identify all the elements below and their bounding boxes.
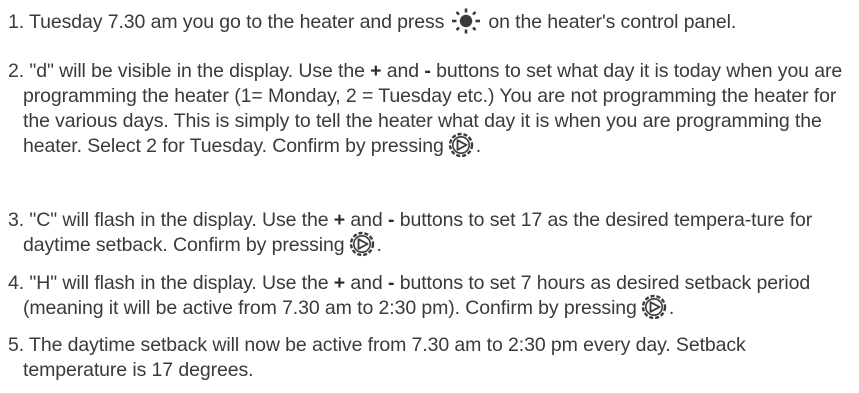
- sun-icon: [450, 8, 482, 34]
- step-text: .: [376, 234, 382, 256]
- step-text: on the heater's control panel.: [488, 11, 737, 33]
- step-2-text: 2. "d" will be visible in the display. U…: [8, 59, 853, 159]
- step-number: 4.: [8, 272, 25, 294]
- plus-label: +: [333, 272, 346, 294]
- step-text: and: [350, 272, 383, 294]
- step-2: 2. "d" will be visible in the display. U…: [8, 59, 853, 159]
- step-text: "C" will flash in the display. Use the: [29, 209, 329, 231]
- step-1-text: 1. Tuesday 7.30 am you go to the heater …: [8, 10, 853, 35]
- step-text: and: [386, 60, 420, 82]
- step-text: The daytime setback will now be active f…: [23, 334, 746, 381]
- step-5: 5. The daytime setback will now be activ…: [8, 333, 853, 383]
- step-number: 2.: [8, 60, 25, 82]
- step-5-text: 5. The daytime setback will now be activ…: [8, 333, 853, 383]
- step-text: "d" will be visible in the display. Use …: [29, 60, 365, 82]
- step-text: .: [475, 135, 482, 157]
- step-4-text: 4. "H" will flash in the display. Use th…: [8, 271, 853, 321]
- step-3: 3. "C" will flash in the display. Use th…: [8, 208, 853, 258]
- step-number: 3.: [8, 209, 25, 231]
- minus-label: -: [424, 60, 431, 82]
- plus-label: +: [333, 209, 346, 231]
- step-text: and: [350, 209, 383, 231]
- step-number: 1.: [8, 11, 25, 33]
- gear-icon: [641, 294, 667, 320]
- step-text: "H" will flash in the display. Use the: [29, 272, 329, 294]
- step-text: .: [668, 297, 675, 319]
- step-3-text: 3. "C" will flash in the display. Use th…: [8, 208, 853, 258]
- step-1: 1. Tuesday 7.30 am you go to the heater …: [8, 10, 853, 35]
- gear-icon: [349, 231, 375, 257]
- minus-label: -: [388, 209, 395, 231]
- step-4: 4. "H" will flash in the display. Use th…: [8, 271, 853, 321]
- step-number: 5.: [8, 334, 25, 356]
- gear-icon: [448, 132, 474, 158]
- plus-label: +: [370, 60, 382, 82]
- minus-label: -: [388, 272, 395, 294]
- step-text: Tuesday 7.30 am you go to the heater and…: [29, 11, 445, 33]
